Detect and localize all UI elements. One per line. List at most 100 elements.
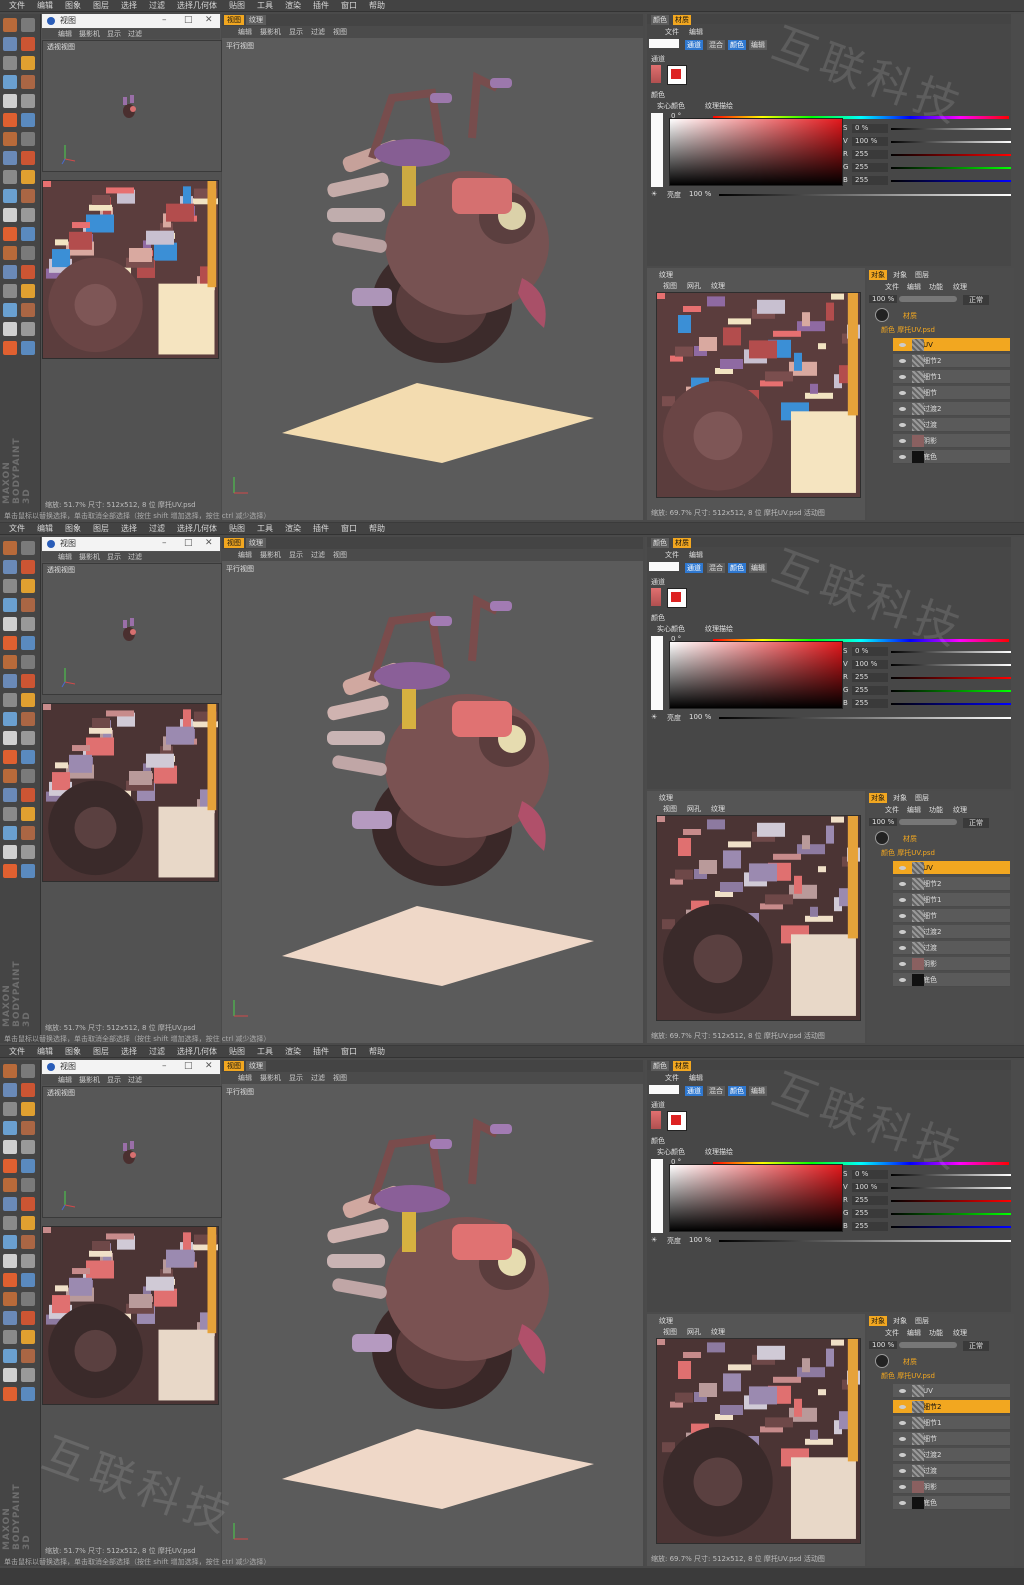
material-label[interactable]: 材质 [903,834,917,844]
view-menu-item[interactable]: 编辑 [56,552,74,562]
menu-item[interactable]: 选择几何体 [172,1046,222,1057]
layer-row[interactable]: UV [893,861,1010,875]
visibility-eye-icon[interactable] [899,1421,906,1425]
tool-icon[interactable] [3,560,17,574]
visibility-eye-icon[interactable] [899,375,906,379]
layer-menu-texture[interactable]: 纹理 [953,282,967,292]
layer-row[interactable]: 细节1 [893,1416,1010,1430]
channel-tab-edit[interactable]: 编辑 [749,40,767,50]
perspective-view[interactable]: 透视视图 [42,1086,222,1218]
tool-icon[interactable] [21,864,35,878]
visibility-eye-icon[interactable] [899,978,906,982]
view-menu-item[interactable]: 摄影机 [77,1075,102,1085]
menu-item[interactable]: 选择 [116,523,142,534]
channel-tab-color[interactable]: 颜色 [728,1086,746,1096]
layer-row[interactable]: 细节2 [893,1400,1010,1414]
visibility-eye-icon[interactable] [899,866,906,870]
visibility-eye-icon[interactable] [899,1501,906,1505]
menu-item[interactable]: 文件 [4,523,30,534]
layer-menu-file[interactable]: 文件 [885,282,899,292]
tool-icon[interactable] [3,246,17,260]
color-slider[interactable] [891,1200,1011,1202]
view-menu-item[interactable]: 显示 [105,552,123,562]
maximize-icon[interactable]: □ [184,538,193,548]
menu-item[interactable]: 图层 [88,523,114,534]
tool-icon[interactable] [3,1197,17,1211]
layer-menu-texture[interactable]: 纹理 [953,1328,967,1338]
uv-texture-preview[interactable] [42,1226,219,1405]
blend-mode-select[interactable]: 正常 [963,295,989,305]
tool-icon[interactable] [3,1121,17,1135]
menu-item[interactable]: 帮助 [364,1046,390,1057]
layer-row[interactable]: 细节1 [893,893,1010,907]
main-viewport[interactable]: 视图 纹理 编辑 摄影机 显示 过滤 视图 平行视图 [222,537,643,1043]
visibility-eye-icon[interactable] [899,423,906,427]
channel-tab-color[interactable]: 颜色 [728,563,746,573]
color-value-field[interactable]: 255 [852,686,888,695]
visibility-eye-icon[interactable] [899,1437,906,1441]
tool-icon[interactable] [21,1387,35,1401]
visibility-eye-icon[interactable] [899,343,906,347]
tool-icon[interactable] [3,1311,17,1325]
viewport-menu-item[interactable]: 视图 [331,549,349,561]
tool-icon[interactable] [21,208,35,222]
layer-menu-file[interactable]: 文件 [885,1328,899,1338]
tool-icon[interactable] [3,1292,17,1306]
color-value-field[interactable]: 100 % [852,1183,888,1192]
tool-icon[interactable] [3,655,17,669]
view-menu-item[interactable]: 编辑 [56,1075,74,1085]
tool-icon[interactable] [3,341,17,355]
menu-item[interactable]: 工具 [252,523,278,534]
tool-icon[interactable] [21,788,35,802]
texture-canvas[interactable] [656,815,861,1021]
menu-item[interactable]: 过滤 [144,523,170,534]
tool-icon[interactable] [3,227,17,241]
view-menu-item[interactable]: 显示 [105,29,123,39]
attr-menu-edit[interactable]: 编辑 [689,27,703,37]
tab-layers[interactable]: 图层 [915,270,929,280]
tool-icon[interactable] [21,246,35,260]
tab-material[interactable]: 材质 [673,538,691,548]
tex-menu-mesh[interactable]: 网孔 [687,804,701,814]
brightness-slider[interactable] [719,194,1011,196]
layer-zoom-field[interactable]: 100 % [869,1341,898,1349]
menu-item[interactable]: 窗口 [336,0,362,11]
tab-objects[interactable]: 对象 [869,1316,887,1326]
visibility-eye-icon[interactable] [899,930,906,934]
menu-item[interactable]: 选择几何体 [172,0,222,11]
viewport-menu-item[interactable]: 摄影机 [258,1072,283,1084]
tool-icon[interactable] [3,1273,17,1287]
tool-icon[interactable] [21,37,35,51]
layer-row[interactable]: 底色 [893,973,1010,987]
menu-item[interactable]: 选择 [116,0,142,11]
visibility-eye-icon[interactable] [899,455,906,459]
layer-row[interactable]: 过渡 [893,941,1010,955]
visibility-eye-icon[interactable] [899,946,906,950]
tool-icon[interactable] [3,1102,17,1116]
tool-icon[interactable] [21,826,35,840]
tool-icon[interactable] [21,1102,35,1116]
layer-menu-edit[interactable]: 编辑 [907,282,921,292]
layer-row[interactable]: 过渡2 [893,925,1010,939]
channel-tab-channel[interactable]: 通道 [685,1086,703,1096]
menu-item[interactable]: 插件 [308,523,334,534]
visibility-eye-icon[interactable] [899,359,906,363]
texture-canvas[interactable] [656,1338,861,1544]
solid-color-radio[interactable]: 实心颜色 [657,1147,685,1157]
channel-tab-mix[interactable]: 混合 [707,1086,725,1096]
viewport-menu-item[interactable]: 摄影机 [258,26,283,38]
viewport-menu-item[interactable]: 编辑 [236,1072,254,1084]
tool-icon[interactable] [3,674,17,688]
tool-icon[interactable] [3,284,17,298]
tab-objects-2[interactable]: 对象 [893,270,907,280]
tool-icon[interactable] [3,1064,17,1078]
color-value-field[interactable]: 255 [852,163,888,172]
menu-item[interactable]: 选择几何体 [172,523,222,534]
close-icon[interactable]: ✕ [205,15,213,25]
viewport-menu-item[interactable]: 编辑 [236,26,254,38]
tool-icon[interactable] [3,1254,17,1268]
layer-menu-edit[interactable]: 编辑 [907,805,921,815]
view-menu-item[interactable]: 过滤 [126,1075,144,1085]
color-value-field[interactable]: 0 % [852,647,888,656]
tool-icon[interactable] [3,1368,17,1382]
